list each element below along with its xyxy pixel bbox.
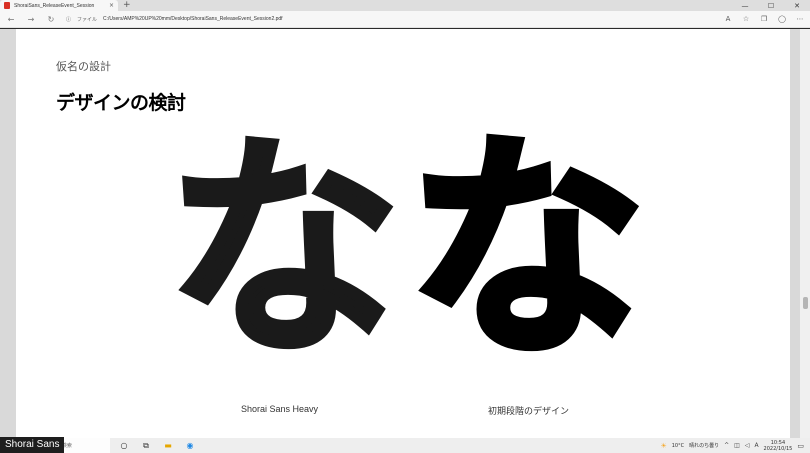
ime-icon[interactable]: A [754, 442, 758, 449]
clock-date: 2022/10/15 [763, 445, 793, 452]
notification-icon[interactable]: ▭ [797, 442, 804, 450]
taskbar: して検索 ○ ⧉ ▬ ◉ ☀ 10°C 晴れのち曇り ^ ◫ ◁ A 10:54… [0, 438, 810, 453]
section-label: 仮名の設計 [56, 60, 111, 73]
weather-text[interactable]: 10°C 晴れのち曇り [672, 442, 719, 449]
forward-icon[interactable]: → [26, 15, 36, 24]
back-icon[interactable]: ← [6, 15, 16, 24]
weather-icon[interactable]: ☀ [660, 442, 666, 450]
collections-icon[interactable]: ❐ [760, 15, 768, 23]
close-window-icon[interactable]: ✕ [784, 0, 810, 11]
caption-early: 初期段階のデザイン [488, 406, 570, 416]
maximize-icon[interactable]: ☐ [758, 0, 784, 11]
browser-tab[interactable]: ShoraiSans_ReleaseEvent_Session × [0, 0, 118, 11]
more-icon[interactable]: ⋯ [796, 15, 804, 23]
glyph-sample-heavy: な [164, 114, 404, 387]
tab-title: ShoraiSans_ReleaseEvent_Session [14, 2, 95, 9]
task-view-icon[interactable]: ⧉ [140, 441, 152, 451]
caption-heavy: Shorai Sans Heavy [241, 404, 319, 414]
address-bar[interactable]: ⓘ ファイル C:/Users/AMP%20UP%20mm/Desktop/Sh… [66, 13, 714, 25]
system-tray: ☀ 10°C 晴れのち曇り ^ ◫ ◁ A 10:54 2022/10/15 ▭ [660, 440, 810, 452]
browser-toolbar: ← → ↻ ⓘ ファイル C:/Users/AMP%20UP%20mm/Desk… [0, 11, 810, 28]
chevron-up-icon[interactable]: ^ [724, 442, 729, 449]
clock[interactable]: 10:54 2022/10/15 [764, 440, 793, 452]
glyph-sample-early: な [405, 114, 649, 387]
reload-icon[interactable]: ↻ [46, 15, 56, 24]
profile-icon[interactable]: ◯ [778, 15, 786, 23]
toolbar-icons: A ☆ ❐ ◯ ⋯ [724, 15, 804, 23]
minimize-icon[interactable]: — [732, 0, 758, 11]
taskbar-apps: ○ ⧉ ▬ ◉ [118, 441, 196, 451]
pdf-file-icon [4, 2, 10, 9]
address-url: C:/Users/AMP%20UP%20mm/Desktop/ShoraiSan… [103, 16, 283, 22]
pdf-page: 仮名の設計 デザインの検討 な な Shorai Sans Heavy 初期段階… [16, 29, 790, 438]
volume-icon[interactable]: ◁ [745, 442, 750, 449]
network-icon[interactable]: ◫ [734, 442, 740, 449]
window-controls: — ☐ ✕ [732, 0, 810, 11]
pdf-viewer: 仮名の設計 デザインの検討 な な Shorai Sans Heavy 初期段階… [0, 29, 810, 438]
speaker-name-label: Shorai Sans [0, 437, 65, 453]
favorite-icon[interactable]: ☆ [742, 15, 750, 23]
new-tab-icon[interactable]: + [123, 0, 131, 11]
info-icon[interactable]: ⓘ [66, 16, 71, 23]
read-aloud-icon[interactable]: A [724, 15, 732, 23]
slide-title: デザインの検討 [56, 92, 186, 114]
cortana-icon[interactable]: ○ [118, 441, 130, 451]
file-explorer-icon[interactable]: ▬ [162, 441, 174, 451]
edge-icon[interactable]: ◉ [184, 441, 196, 451]
tab-strip: ShoraiSans_ReleaseEvent_Session × + — ☐ … [0, 0, 810, 11]
scroll-thumb[interactable] [803, 297, 808, 309]
close-tab-icon[interactable]: × [109, 2, 114, 9]
scrollbar[interactable] [800, 29, 810, 438]
address-scheme: ファイル [77, 16, 98, 23]
